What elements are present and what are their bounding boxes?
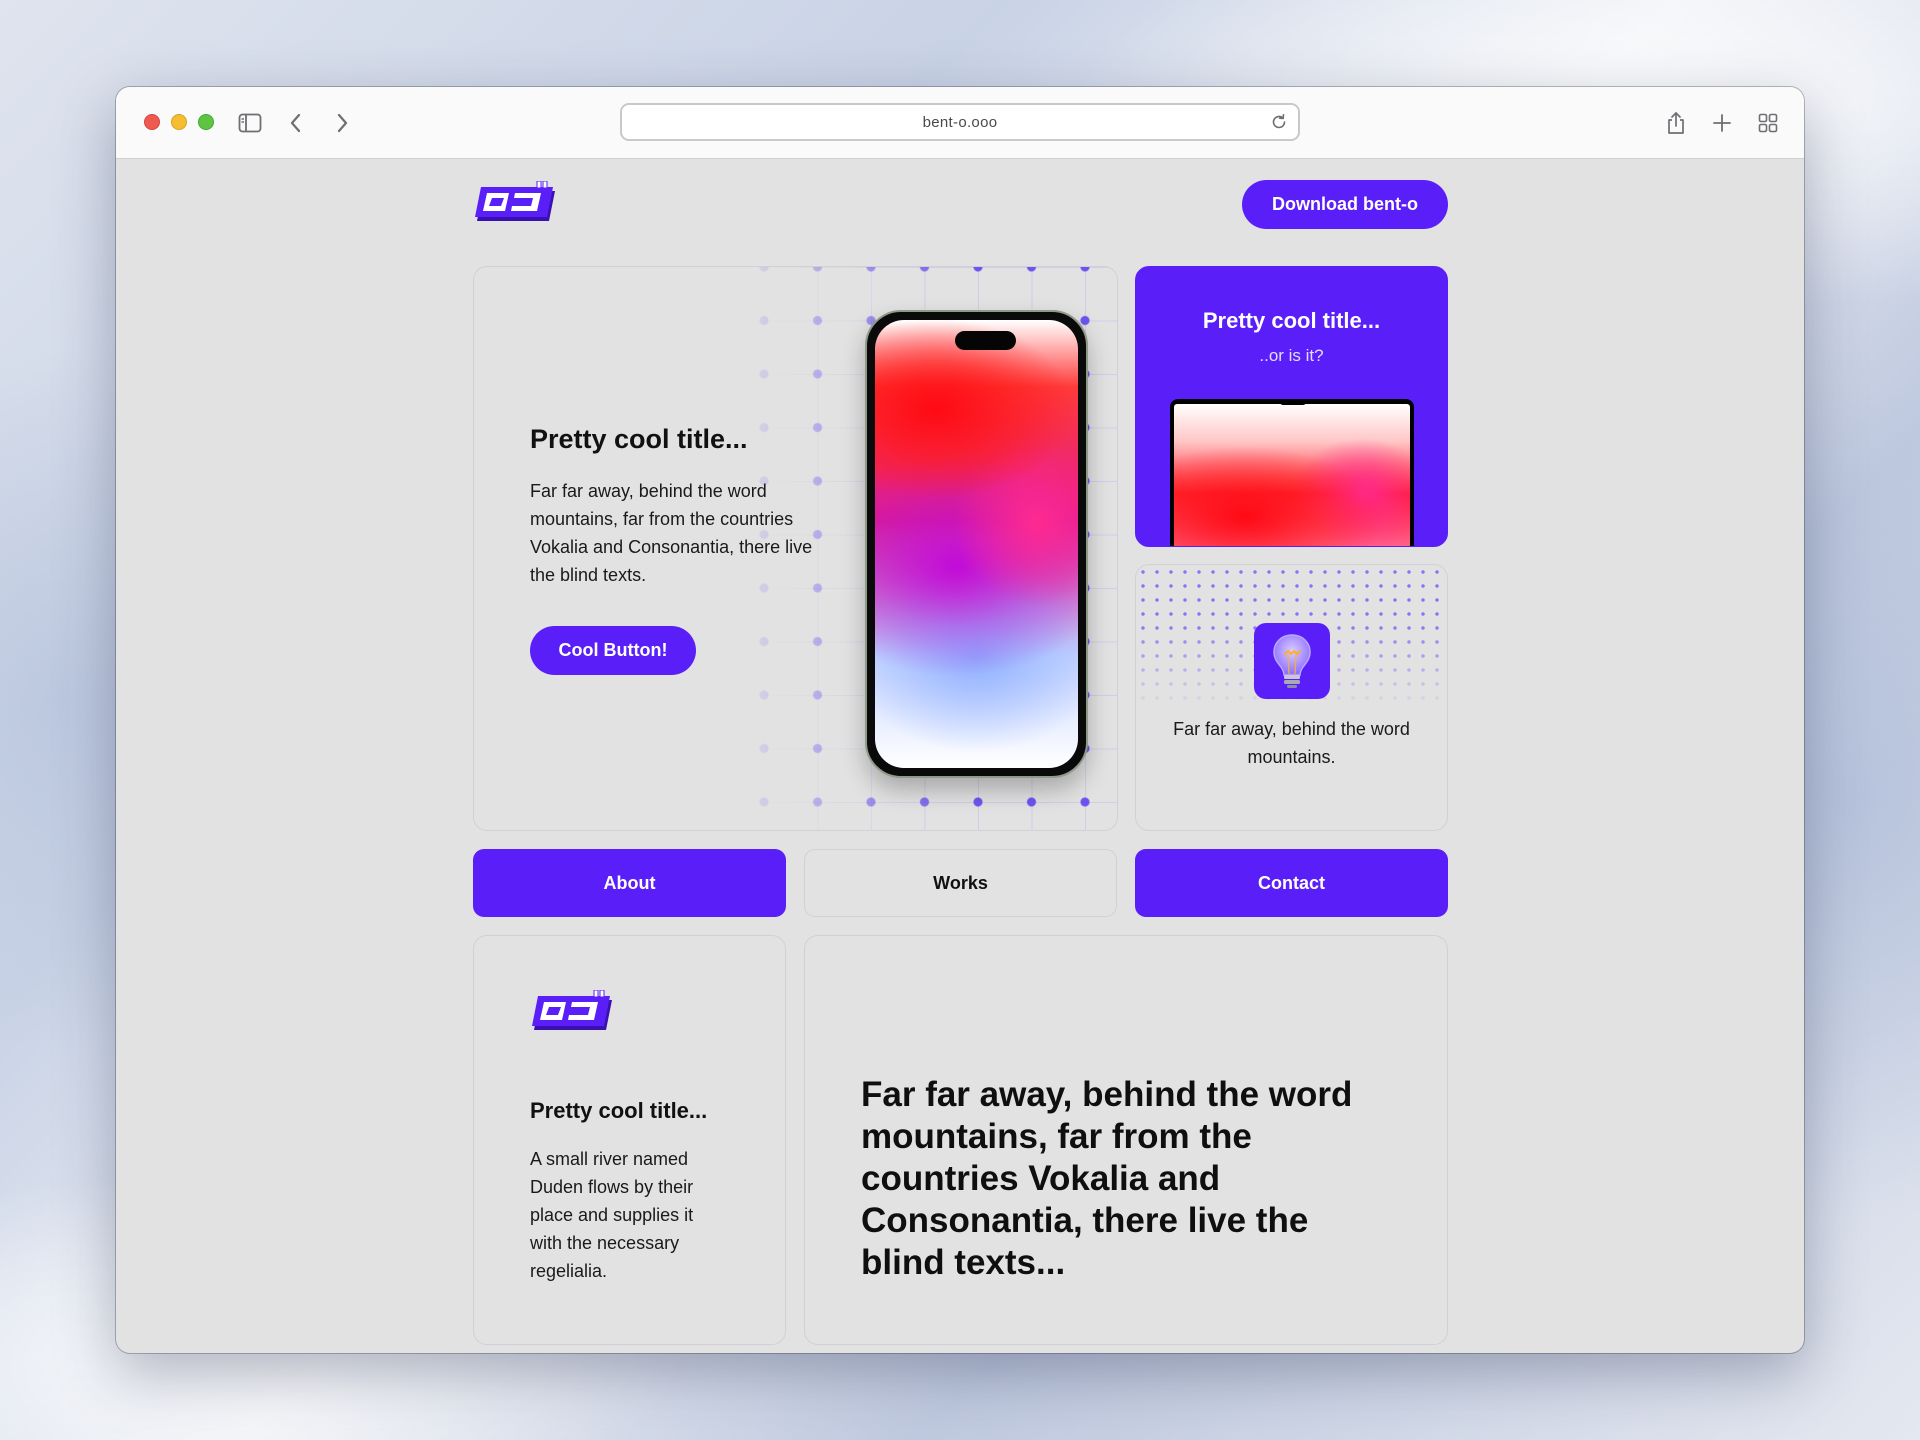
phone-screen [875,320,1078,768]
lightbulb-icon [1254,623,1330,699]
page-content: Download bent-o Pretty cool title... Far… [116,160,1804,1353]
laptop-mockup-image [1170,399,1414,546]
forward-icon[interactable] [326,107,358,139]
logo-icon-small [530,989,616,1043]
hero-card: Pretty cool title... Far far away, behin… [473,266,1118,831]
reload-icon[interactable] [1270,113,1288,135]
window-controls [144,114,214,130]
phone-mockup-image [865,310,1088,778]
address-bar[interactable]: bent-o.ooo [620,103,1300,141]
hero-title: Pretty cool title... [530,424,748,454]
dynamic-island [955,331,1016,350]
works-button[interactable]: Works [804,849,1117,917]
feature-card-text: Far far away, behind the word mountains. [1173,719,1410,767]
sidebar-toggle-icon[interactable] [234,107,266,139]
tab-overview-icon[interactable] [1752,107,1784,139]
info-card: Pretty cool title... A small river named… [473,935,786,1345]
laptop-notch [1280,399,1306,405]
feature-card-subtitle: ..or is it? [1259,346,1324,365]
browser-toolbar: bent-o.ooo [116,87,1804,159]
info-card-title: Pretty cool title... [530,1098,708,1123]
statement-card: Far far away, behind the word mountains,… [804,935,1448,1345]
laptop-screen [1174,404,1410,546]
back-icon[interactable] [280,107,312,139]
feature-card-title: Pretty cool title... [1202,308,1381,333]
contact-button[interactable]: Contact [1135,849,1448,917]
minimize-window-button[interactable] [171,114,187,130]
statement-text: Far far away, behind the word mountains,… [861,1075,1353,1282]
browser-window: bent-o.ooo Download bent-o Pretty cool t… [116,87,1804,1353]
logo-icon[interactable] [473,180,559,234]
url-text: bent-o.ooo [922,113,998,131]
feature-card-laptop: Pretty cool title... ..or is it? [1135,266,1448,547]
cool-button[interactable]: Cool Button! [530,626,696,675]
info-card-text: A small river named Duden flows by their… [530,1149,694,1281]
about-button[interactable]: About [473,849,786,917]
close-window-button[interactable] [144,114,160,130]
share-icon[interactable] [1660,107,1692,139]
new-tab-icon[interactable] [1706,107,1738,139]
hero-text: Far far away, behind the word mountains,… [530,481,813,585]
maximize-window-button[interactable] [198,114,214,130]
download-button[interactable]: Download bent-o [1242,180,1448,229]
feature-card-idea: Far far away, behind the word mountains. [1135,564,1448,831]
